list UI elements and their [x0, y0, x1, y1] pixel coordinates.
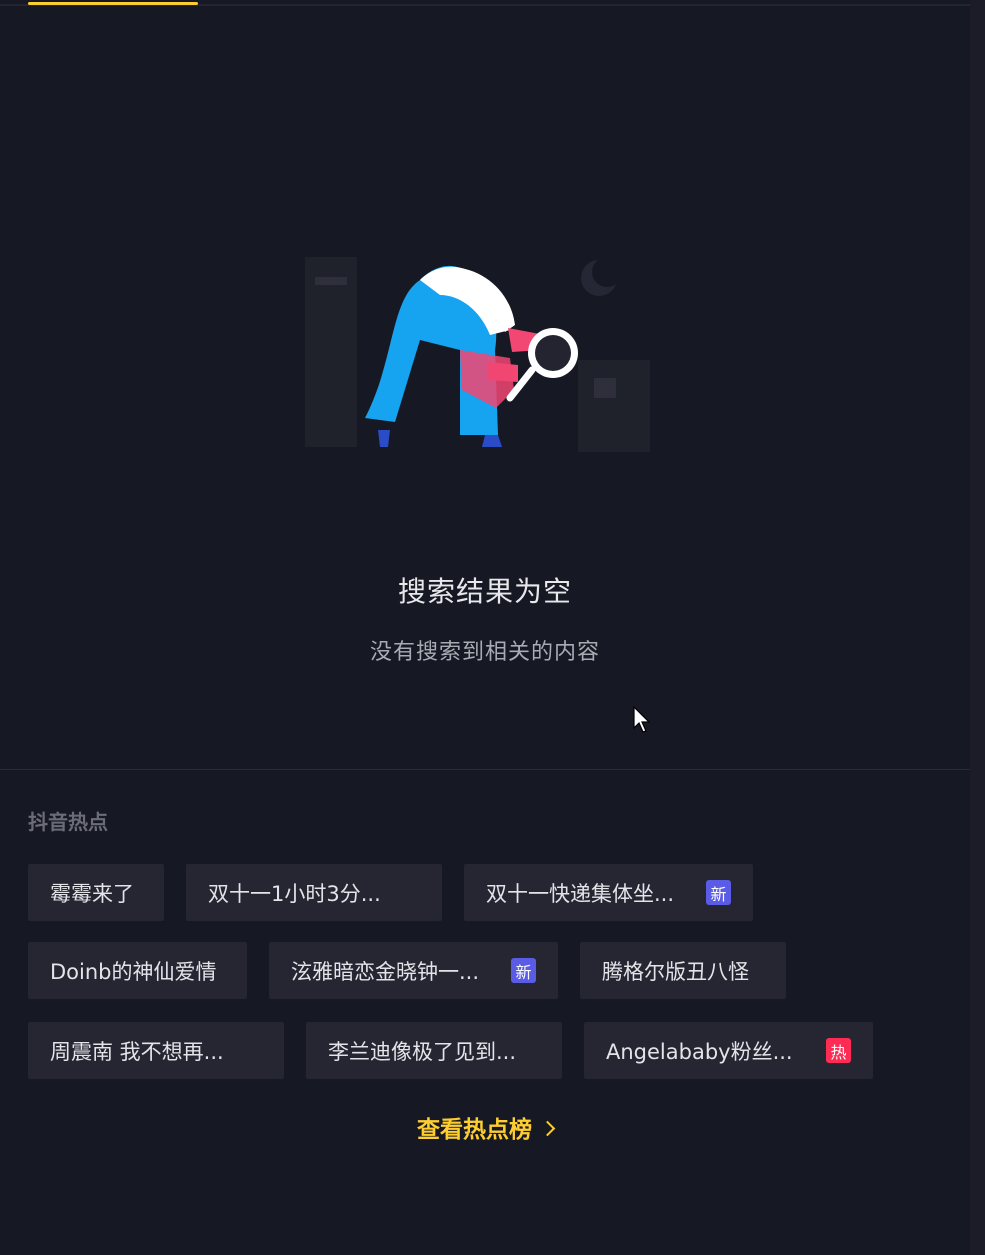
mouse-cursor-icon [633, 706, 651, 733]
chevron-right-icon [539, 1120, 556, 1137]
view-hot-list-label: 查看热点榜 [417, 1117, 532, 1143]
hot-item-label: 李兰迪像极了见到... [328, 1039, 517, 1064]
hot-item[interactable]: Angelababy粉丝... 热 [584, 1022, 873, 1079]
hot-item-label: 泫雅暗恋金晓钟一... [291, 959, 480, 984]
new-badge: 新 [511, 958, 536, 983]
hot-item[interactable]: 腾格尔版丑八怪 [580, 942, 786, 999]
empty-state-title: 搜索结果为空 [397, 575, 572, 608]
view-hot-list-link[interactable]: 查看热点榜 [0, 1110, 970, 1144]
hot-item-label: Angelababy粉丝... [606, 1039, 793, 1064]
hot-item[interactable]: 双十一快递集体坐... 新 [464, 864, 753, 921]
hot-item-label: 周震南 我不想再... [50, 1039, 224, 1064]
hot-item[interactable]: 周震南 我不想再... [28, 1022, 284, 1079]
hot-item-label: Doinb的神仙爱情 [50, 959, 217, 984]
hot-item[interactable]: 双十一1小时3分... [186, 864, 442, 921]
hot-item-label: 霉霉来了 [50, 881, 134, 906]
hot-item[interactable]: 霉霉来了 [28, 864, 164, 921]
adjacent-panel-edge [970, 0, 985, 1255]
empty-search-illustration [305, 257, 650, 452]
hot-item-label: 双十一快递集体坐... [486, 881, 675, 906]
new-badge: 新 [706, 880, 731, 905]
hot-badge: 热 [826, 1038, 851, 1063]
hot-item[interactable]: 泫雅暗恋金晓钟一... 新 [269, 942, 558, 999]
section-divider [0, 769, 970, 770]
hot-item[interactable]: Doinb的神仙爱情 [28, 942, 247, 999]
hot-section-title: 抖音热点 [28, 810, 108, 834]
hot-item-label: 腾格尔版丑八怪 [602, 959, 749, 984]
empty-state-description: 没有搜索到相关的内容 [369, 640, 600, 665]
hot-item[interactable]: 李兰迪像极了见到... [306, 1022, 562, 1079]
hot-item-label: 双十一1小时3分... [208, 881, 381, 906]
search-results-panel: 搜索结果为空 没有搜索到相关的内容 抖音热点 霉霉来了 双十一1小时3分... … [0, 0, 970, 1255]
active-tab-indicator [28, 2, 198, 5]
